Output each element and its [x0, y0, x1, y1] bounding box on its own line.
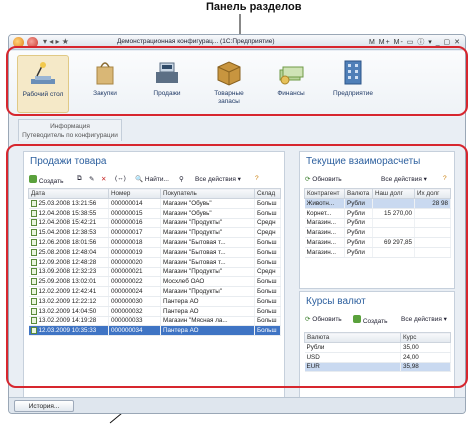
- window-title: Демонстрационная конфигурац... (1С:Предп…: [117, 38, 275, 45]
- nav-tab-line1: Информация: [50, 123, 90, 130]
- history-button[interactable]: История...: [14, 400, 74, 412]
- callout-sections-panel: Панель разделов: [206, 1, 302, 13]
- nav-tab-info[interactable]: Информация Путеводитель по конфигурации: [18, 119, 122, 141]
- highlight-desktop-frame: [6, 144, 468, 388]
- status-bar: История...: [9, 397, 465, 413]
- nav-tab-line2: Путеводитель по конфигурации: [22, 132, 118, 139]
- highlight-sections-frame: [6, 46, 468, 116]
- screenshot-stage: Панель разделов ▾ ◂ ▸ ★ Демонстрационная…: [0, 0, 474, 439]
- toolbar-arrows-icon[interactable]: ▾ ◂ ▸ ★: [43, 37, 69, 46]
